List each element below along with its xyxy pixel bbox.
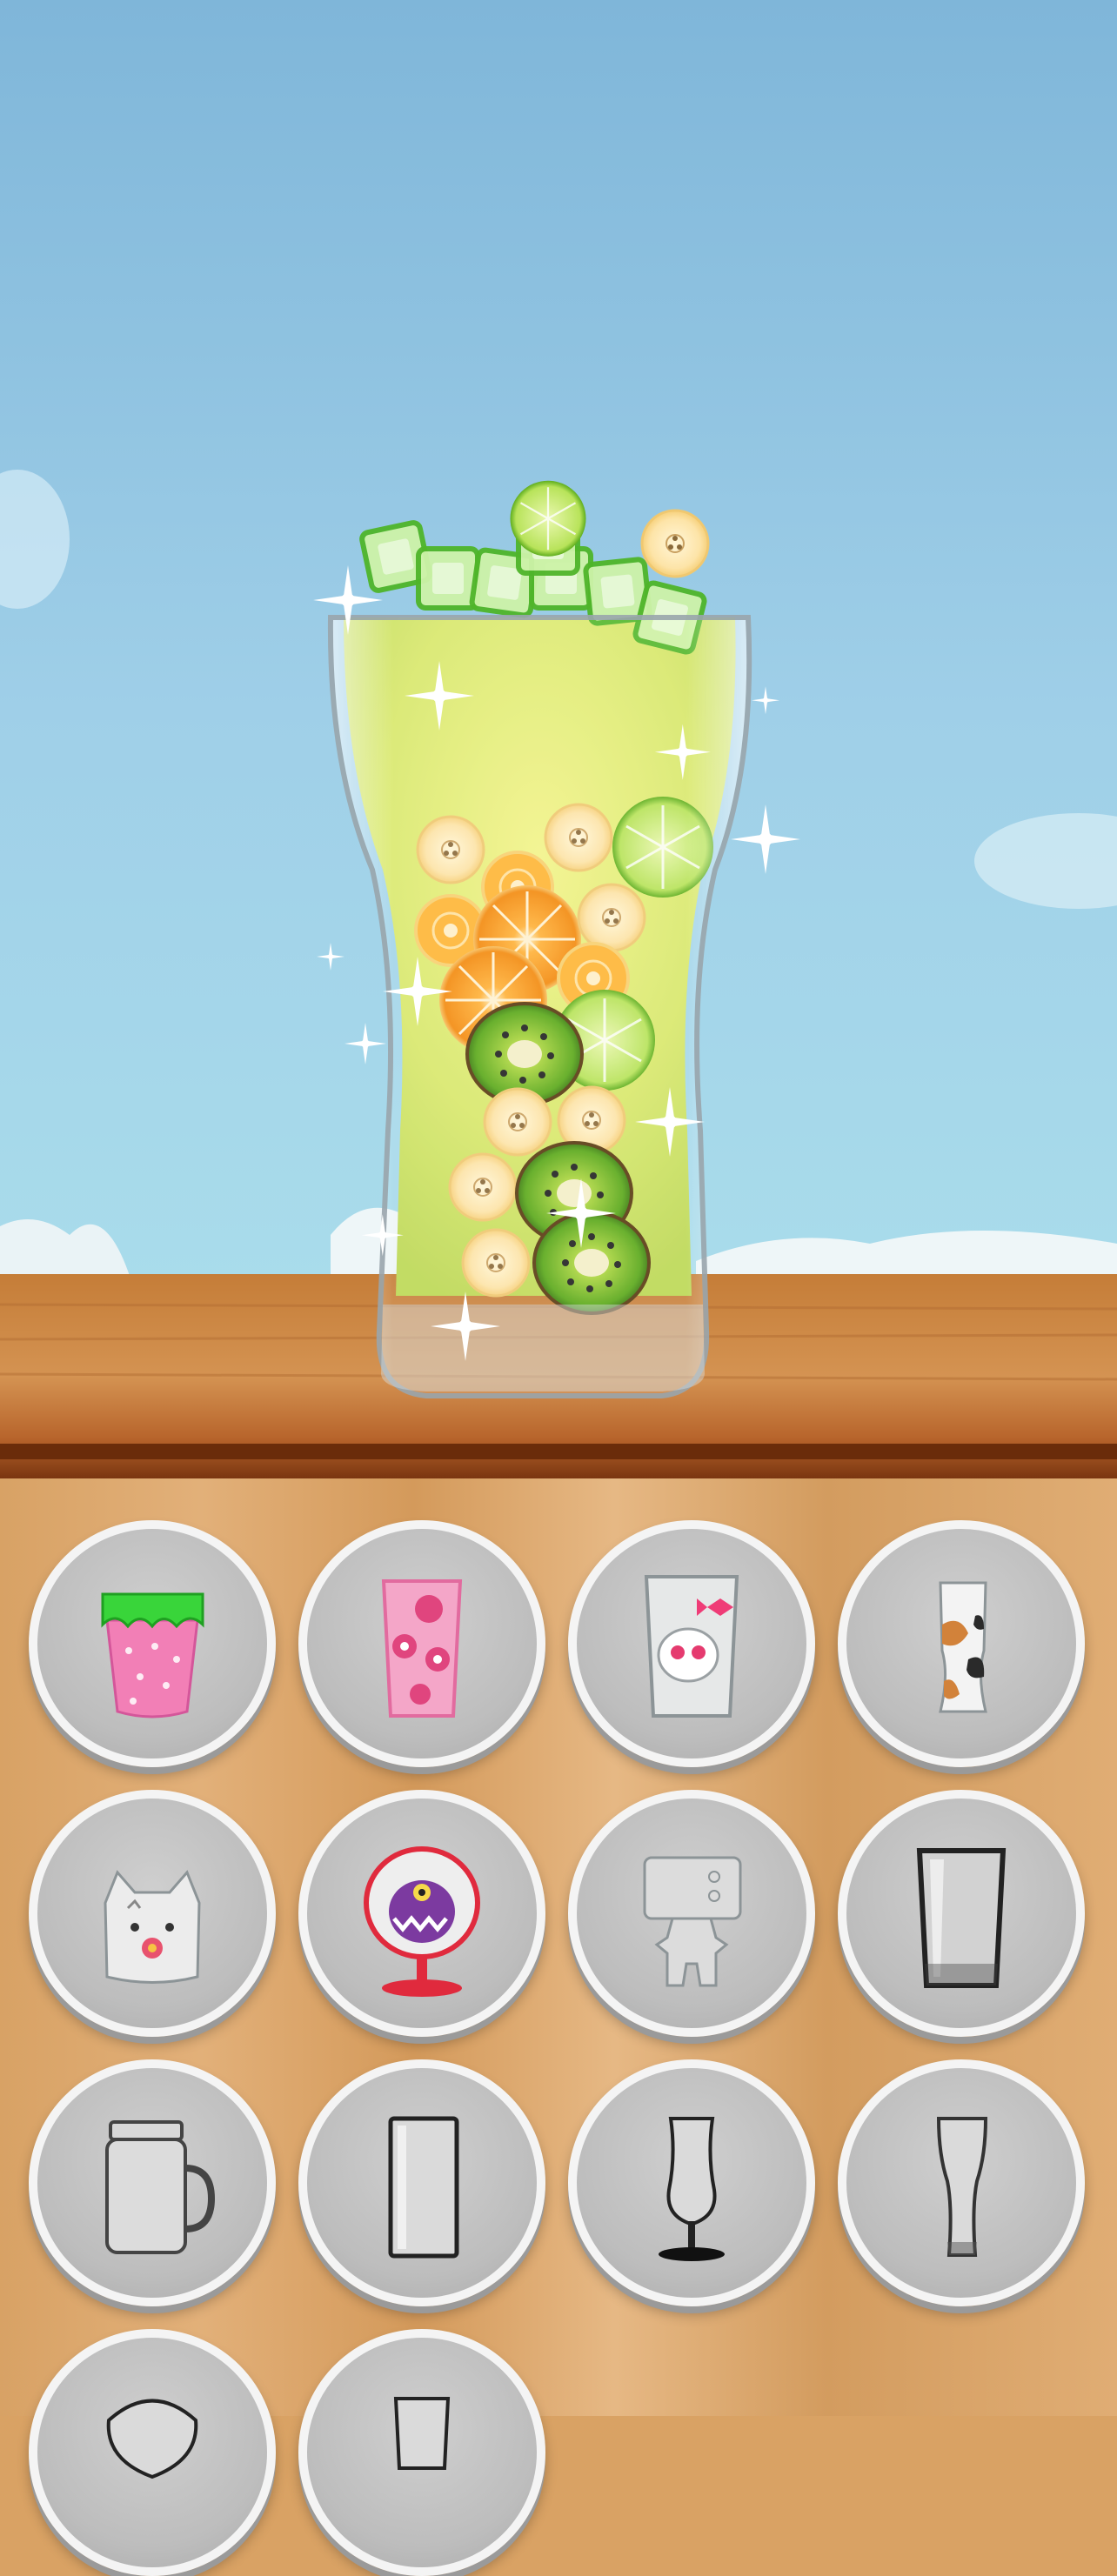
cow-print-cup-icon [939,1581,987,1713]
glass-outline [327,615,752,1398]
cup-option-tall-glass[interactable] [298,2059,545,2306]
drink-glass [327,479,752,1398]
robot-cup-icon [643,1856,742,1987]
scene-art [0,0,1117,1478]
mason-jar-mug-icon [105,2120,216,2254]
cup-option-bowl-glass[interactable] [29,2329,276,2576]
cup-option-tumbler[interactable] [838,1790,1085,2037]
cup-option-mason-jar[interactable] [29,2059,276,2306]
cup-selection-tray [0,1478,1117,2576]
tall-glass-icon [388,2116,459,2259]
cup-option-monster-goblet[interactable] [298,1790,545,2037]
cup-option-pink-bear[interactable] [298,1520,545,1767]
bow-skull-cup-icon [644,1575,739,1718]
cup-option-robot[interactable] [568,1790,815,2037]
cup-option-pilsner[interactable] [838,2059,1085,2306]
short-glass-icon [393,2397,451,2470]
cup-option-cow-print[interactable] [838,1520,1085,1767]
bowl-glass-icon [106,2399,198,2479]
drink-scene [0,0,1117,1478]
cup-option-cat-face[interactable] [29,1790,276,2037]
strawberry-cup-icon [101,1592,204,1718]
cup-option-hurricane[interactable] [568,2059,815,2306]
cup-option-bow-skull[interactable] [568,1520,815,1767]
monster-goblet-icon [364,1846,480,1997]
tumbler-glass-icon [916,1848,1007,1988]
hurricane-glass-icon [659,2117,725,2261]
cup-option-strawberry[interactable] [29,1520,276,1767]
pink-bear-cup-icon [381,1579,463,1718]
cat-face-cup-icon [104,1870,201,1984]
cup-option-short-glass[interactable] [298,2329,545,2576]
pilsner-glass-icon [936,2117,988,2257]
